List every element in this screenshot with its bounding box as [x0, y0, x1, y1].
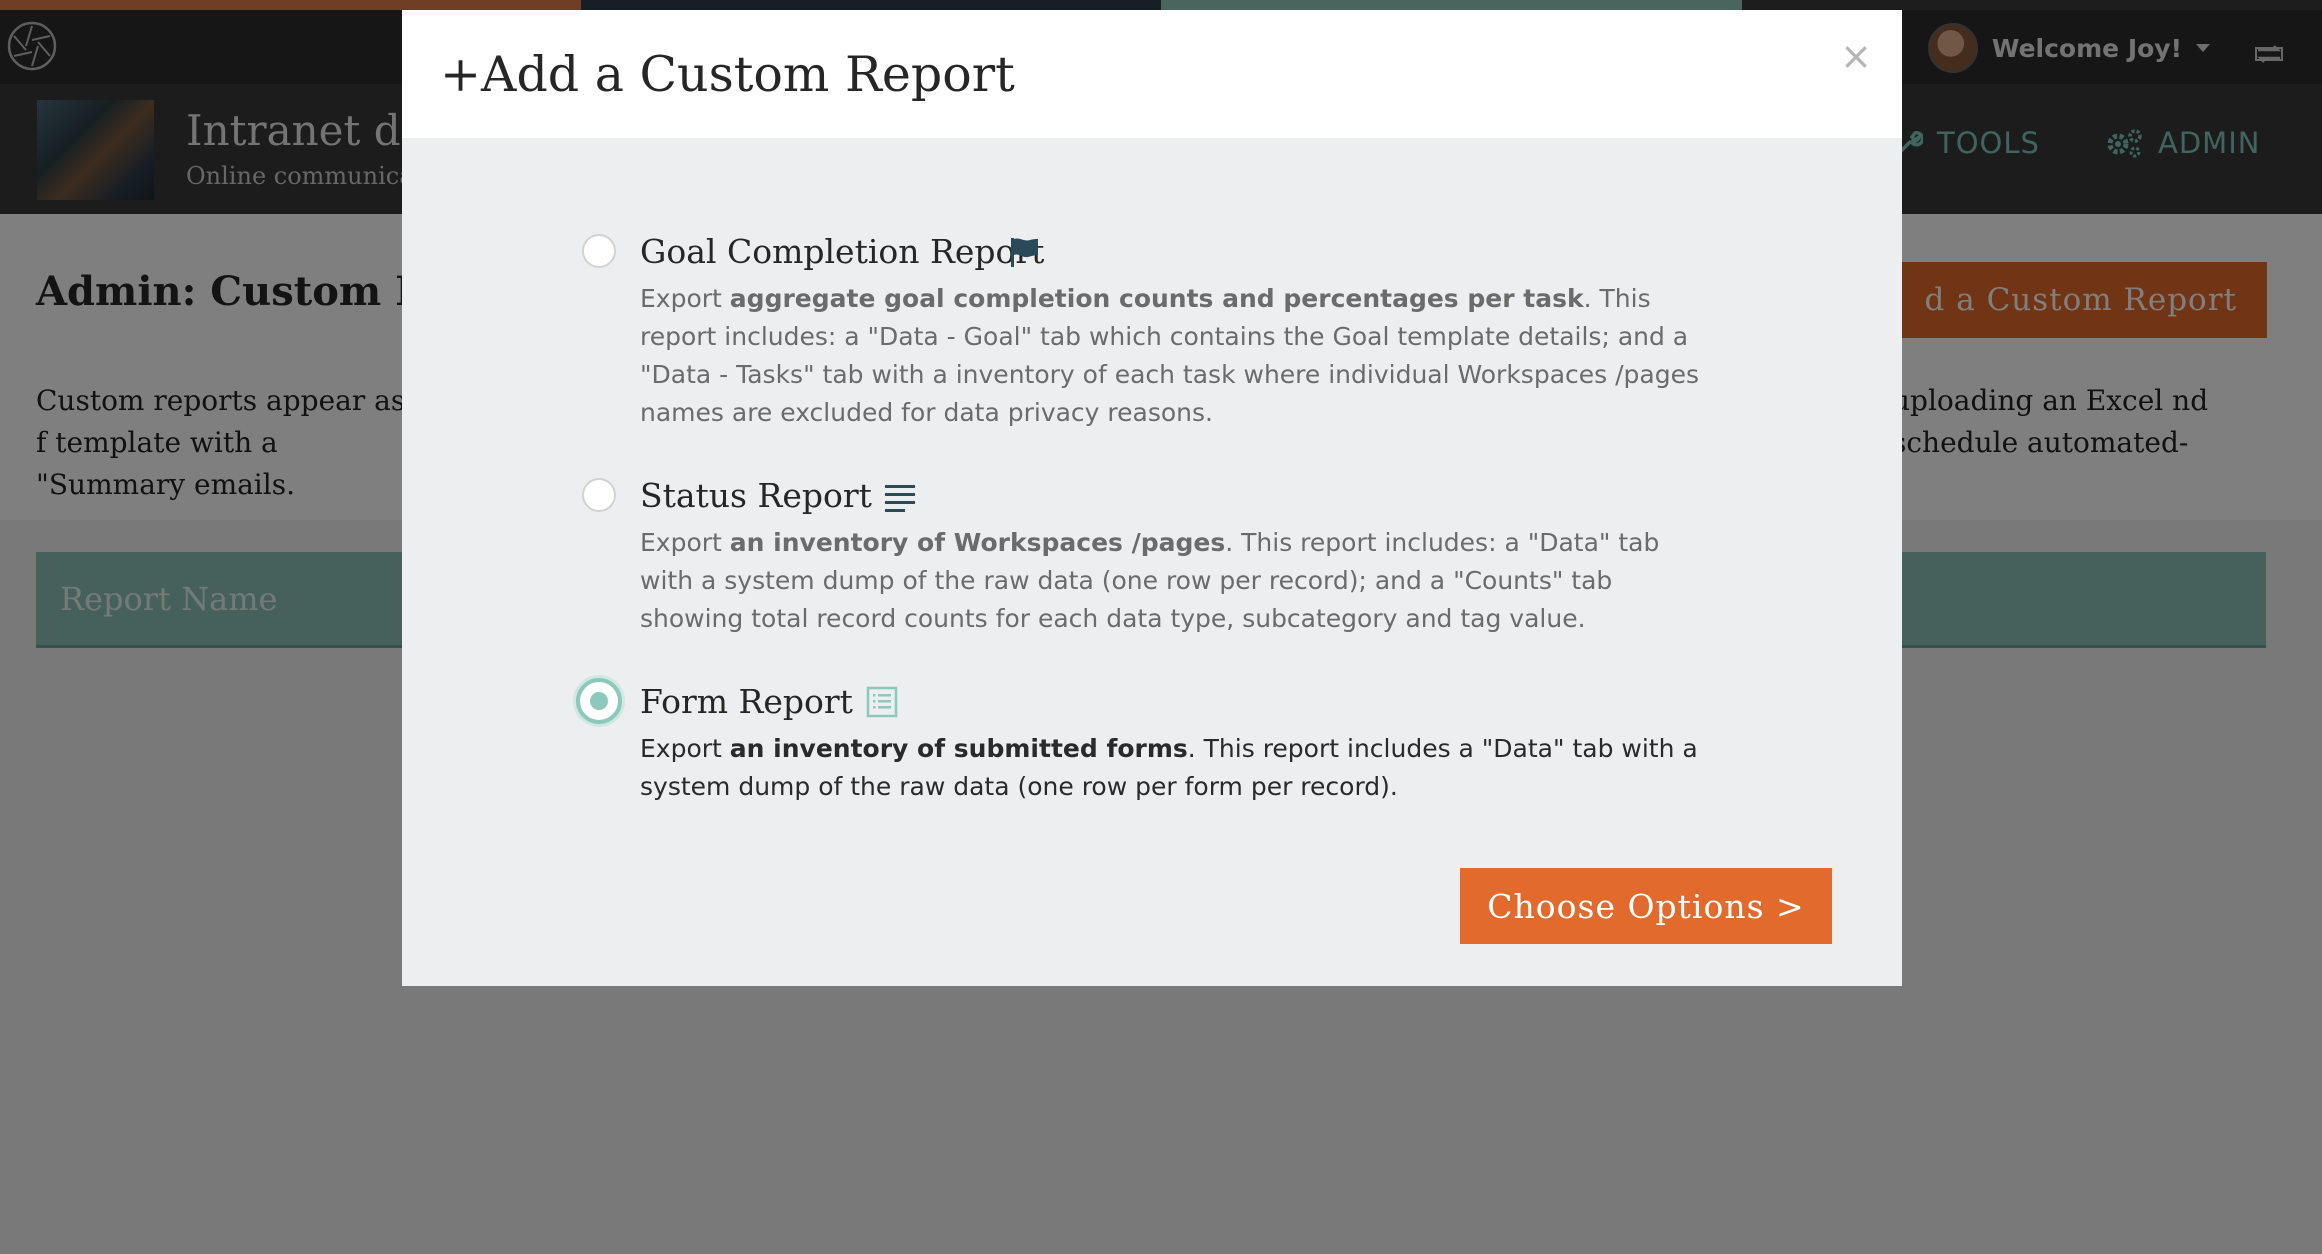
flag-icon — [1011, 238, 1038, 267]
description-highlight: an inventory of Workspaces /pages — [729, 528, 1226, 557]
description-text: Export — [640, 528, 730, 557]
radio-status[interactable] — [582, 478, 616, 512]
option-description: Export an inventory of Workspaces /pages… — [640, 524, 1700, 638]
option-description: Export an inventory of submitted forms. … — [640, 730, 1700, 806]
option-title[interactable]: Status Report — [640, 476, 872, 515]
form-document-icon — [866, 686, 898, 718]
description-text: Export — [640, 734, 730, 763]
list-lines-icon — [885, 485, 915, 512]
add-custom-report-modal: +Add a Custom Report × Goal Completion R… — [402, 10, 1902, 986]
description-highlight: an inventory of submitted forms — [729, 734, 1188, 763]
choose-options-button[interactable]: Choose Options > — [1460, 868, 1832, 944]
description-highlight: aggregate goal completion counts and per… — [729, 284, 1584, 313]
modal-title: +Add a Custom Report — [440, 46, 1015, 103]
radio-goal-completion[interactable] — [582, 234, 616, 268]
option-description: Export aggregate goal completion counts … — [640, 280, 1700, 432]
option-title[interactable]: Goal Completion Report — [640, 232, 1044, 271]
radio-form-selected[interactable] — [576, 678, 622, 724]
option-title[interactable]: Form Report — [640, 682, 853, 721]
close-icon[interactable]: × — [1840, 34, 1872, 78]
modal-header: +Add a Custom Report × — [402, 10, 1902, 138]
description-text: Export — [640, 284, 730, 313]
